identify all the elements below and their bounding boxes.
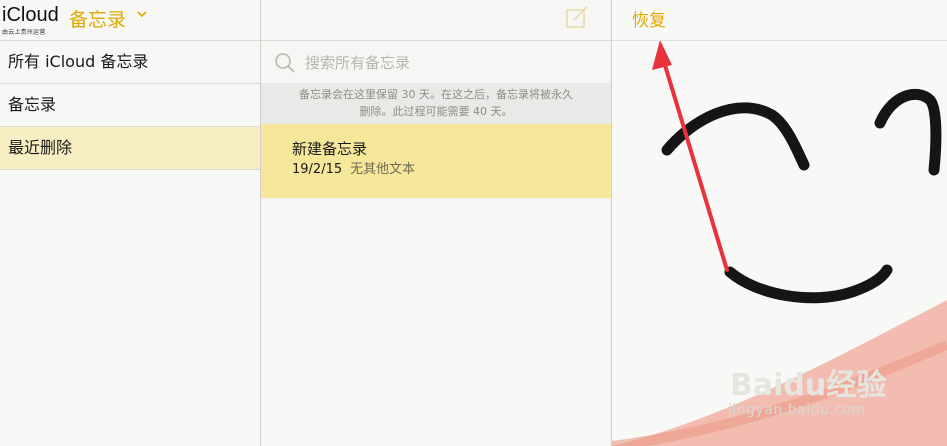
icloud-logo-subtitle: 由云上贵州运营 [2,29,46,36]
baidu-jingyan-watermark-url: jingyan.baidu.com [728,402,866,418]
retention-info-line: 备忘录会在这里保留 30 天。在这之后，备忘录将被永久 [299,88,573,101]
sidebar-item-recently-deleted[interactable]: 最近删除 [0,127,260,170]
compose-icon[interactable] [564,4,590,30]
list-item[interactable]: 新建备忘录 19/2/15 无其他文本 [261,124,611,198]
folders-header: iCloud 由云上贵州运营 备忘录 [0,0,260,41]
icloud-logo: iCloud [2,4,59,26]
search-input[interactable] [303,50,597,76]
sidebar-item-label: 最近删除 [8,138,73,157]
chevron-down-icon[interactable] [137,9,147,19]
notes-list-header [261,0,611,41]
sidebar-item-label: 所有 iCloud 备忘录 [8,52,149,71]
sidebar-item-notes[interactable]: 备忘录 [0,84,260,127]
retention-info-banner: 备忘录会在这里保留 30 天。在这之后，备忘录将被永久 删除。此过程可能需要 4… [261,83,611,124]
baidu-jingyan-watermark-logo: Baidu经验 [730,368,887,403]
sidebar-item-label: 备忘录 [8,95,57,114]
search-icon [275,53,295,73]
note-detail-header: 恢复 [612,0,947,41]
retention-info-line: 删除。此过程可能需要 40 天。 [359,105,513,118]
sidebar-item-all-icloud-notes[interactable]: 所有 iCloud 备忘录 [0,41,260,84]
restore-button[interactable]: 恢复 [632,6,666,31]
notes-app: iCloud 由云上贵州运营 备忘录 所有 iCloud 备忘录 备忘录 最近删… [0,0,947,446]
search-bar [261,41,611,83]
app-title[interactable]: 备忘录 [69,5,126,32]
note-preview: 无其他文本 [350,162,416,177]
note-date: 19/2/15 [292,162,343,177]
folders-pane: iCloud 由云上贵州运营 备忘录 所有 iCloud 备忘录 备忘录 最近删… [0,0,260,446]
note-title: 新建备忘录 [292,140,368,158]
notes-list-pane: 备忘录会在这里保留 30 天。在这之后，备忘录将被永久 删除。此过程可能需要 4… [261,0,611,446]
